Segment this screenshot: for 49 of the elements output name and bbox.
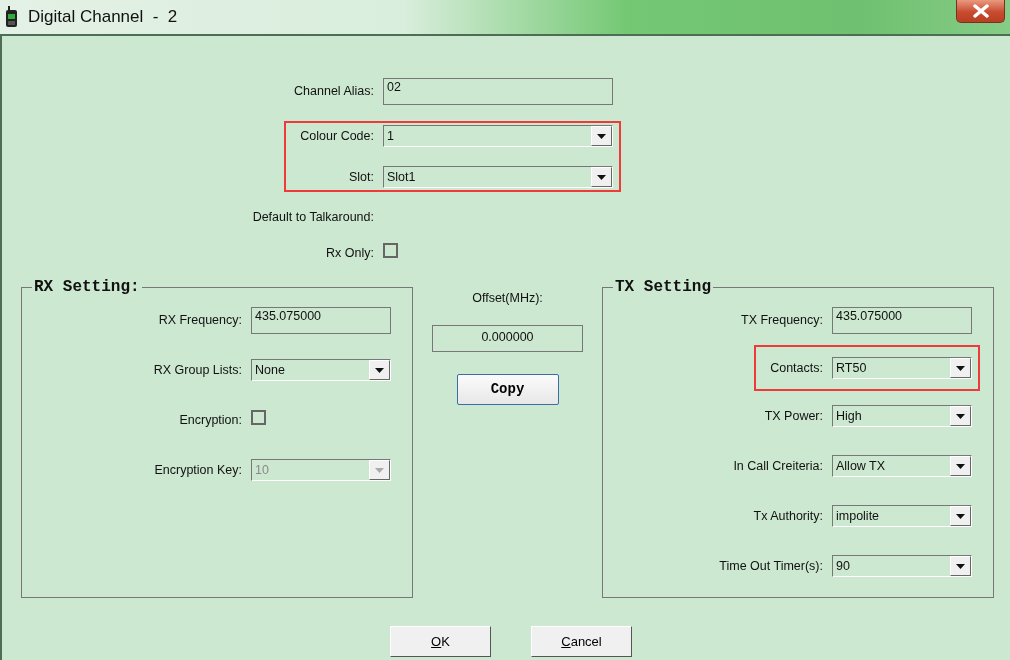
dropdown[interactable]: Slot1 bbox=[383, 166, 613, 188]
field-label: Tx Authority: bbox=[753, 507, 823, 525]
dropdown[interactable]: High bbox=[832, 405, 972, 427]
dropdown-arrow-icon bbox=[375, 467, 384, 473]
close-icon bbox=[972, 4, 989, 18]
text-field[interactable]: 435.075000 bbox=[251, 306, 391, 334]
dropdown[interactable]: Allow TX bbox=[832, 455, 972, 477]
group-title: RX Setting: bbox=[32, 277, 142, 297]
close-button[interactable] bbox=[956, 0, 1005, 23]
dropdown-arrow-icon bbox=[956, 365, 965, 371]
field-label: In Call Creiteria: bbox=[733, 457, 823, 475]
checkbox[interactable] bbox=[383, 242, 398, 258]
field-label: Encryption: bbox=[179, 411, 242, 429]
dropdown[interactable]: None bbox=[251, 359, 391, 381]
dropdown-arrow-icon bbox=[597, 174, 606, 180]
dropdown: 10 bbox=[251, 459, 391, 481]
field-label: TX Frequency: bbox=[741, 311, 823, 329]
dropdown-arrow-icon bbox=[956, 563, 965, 569]
offset-field[interactable]: 0.000000 bbox=[432, 324, 583, 352]
dropdown[interactable]: 1 bbox=[383, 125, 613, 147]
field-label: Colour Code: bbox=[300, 127, 374, 145]
text-field[interactable]: 02 bbox=[383, 78, 613, 105]
field-label: TX Power: bbox=[764, 407, 823, 425]
offset-label: Offset(MHz): bbox=[472, 290, 543, 307]
dropdown[interactable]: 90 bbox=[832, 555, 972, 577]
text-field[interactable]: 435.075000 bbox=[832, 306, 972, 334]
dropdown[interactable]: impolite bbox=[832, 505, 972, 527]
dropdown-arrow-icon bbox=[597, 133, 606, 139]
dropdown-arrow-icon bbox=[956, 513, 965, 519]
dropdown-arrow-icon bbox=[956, 413, 965, 419]
field-label: Slot: bbox=[349, 168, 374, 186]
field-label: Contacts: bbox=[770, 359, 823, 377]
field-label: Time Out Timer(s): bbox=[719, 557, 823, 575]
checkbox[interactable] bbox=[251, 409, 266, 425]
ok-button[interactable]: OK bbox=[390, 626, 491, 657]
field-label: Rx Only: bbox=[326, 244, 374, 262]
field-label: Encryption Key: bbox=[154, 461, 242, 479]
field-label: Default to Talkaround: bbox=[252, 209, 374, 226]
group-title: TX Setting bbox=[613, 277, 713, 297]
field-label: RX Frequency: bbox=[158, 311, 242, 329]
dropdown-arrow-icon bbox=[956, 463, 965, 469]
radio-handset-icon bbox=[5, 6, 18, 28]
dropdown[interactable]: RT50 bbox=[832, 357, 972, 379]
field-label: Channel Alias: bbox=[294, 83, 374, 101]
field-label: RX Group Lists: bbox=[153, 361, 242, 379]
cancel-button[interactable]: Cancel bbox=[531, 626, 632, 657]
copy-button[interactable]: Copy bbox=[456, 373, 559, 405]
window-title: Digital Channel - 2 bbox=[28, 6, 178, 29]
dropdown-arrow-icon bbox=[375, 367, 384, 373]
